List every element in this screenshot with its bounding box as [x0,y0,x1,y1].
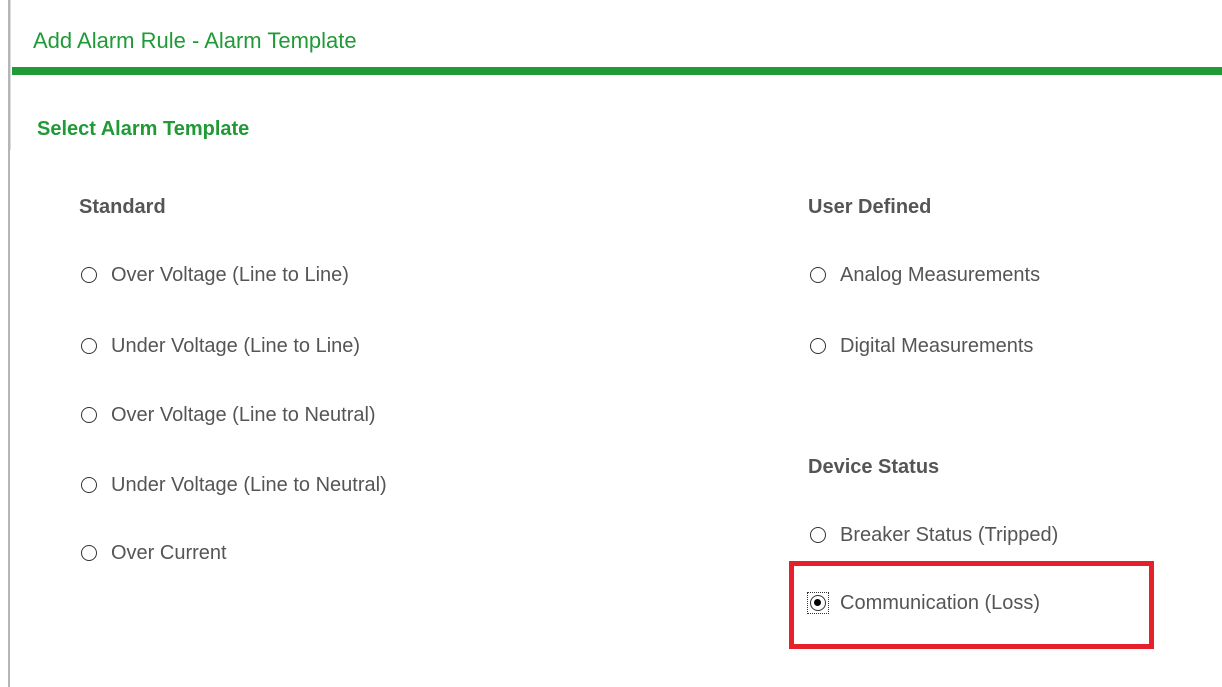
dialog-title: Add Alarm Rule - Alarm Template [33,28,357,53]
radio-unchecked-icon[interactable] [810,267,826,283]
highlight-annotation-box [789,561,1154,649]
option-label: Breaker Status (Tripped) [840,523,1059,546]
option-breaker-status-tripped[interactable]: Breaker Status (Tripped) [810,520,1058,550]
radio-unchecked-icon[interactable] [81,338,97,354]
dialog-left-border-shadow [10,0,11,150]
option-label: Under Voltage (Line to Line) [111,334,361,357]
radio-unchecked-icon[interactable] [81,267,97,283]
option-analog-measurements[interactable]: Analog Measurements [810,260,1040,290]
option-label: Over Voltage (Line to Line) [111,263,349,286]
radio-unchecked-icon[interactable] [81,477,97,493]
option-digital-measurements[interactable]: Digital Measurements [810,331,1033,361]
option-over-voltage-line-to-line[interactable]: Over Voltage (Line to Line) [81,260,349,290]
device-status-group-heading: Device Status [808,456,940,478]
option-over-voltage-line-to-neutral[interactable]: Over Voltage (Line to Neutral) [81,400,376,430]
standard-group-heading: Standard [79,196,166,218]
title-divider [12,67,1222,75]
section-heading: Select Alarm Template [37,118,250,140]
option-label: Digital Measurements [840,334,1034,357]
option-label: Over Current [111,541,227,564]
option-label: Under Voltage (Line to Neutral) [111,473,387,496]
radio-unchecked-icon[interactable] [81,407,97,423]
alarm-template-dialog: Add Alarm Rule - Alarm Template Select A… [0,0,1222,687]
option-over-current[interactable]: Over Current [81,538,227,568]
radio-unchecked-icon[interactable] [810,527,826,543]
user-defined-group-heading: User Defined [808,196,932,218]
option-under-voltage-line-to-neutral[interactable]: Under Voltage (Line to Neutral) [81,470,387,500]
option-label: Over Voltage (Line to Neutral) [111,403,376,426]
radio-unchecked-icon[interactable] [81,545,97,561]
radio-unchecked-icon[interactable] [810,338,826,354]
option-under-voltage-line-to-line[interactable]: Under Voltage (Line to Line) [81,331,360,361]
option-label: Analog Measurements [840,263,1041,286]
